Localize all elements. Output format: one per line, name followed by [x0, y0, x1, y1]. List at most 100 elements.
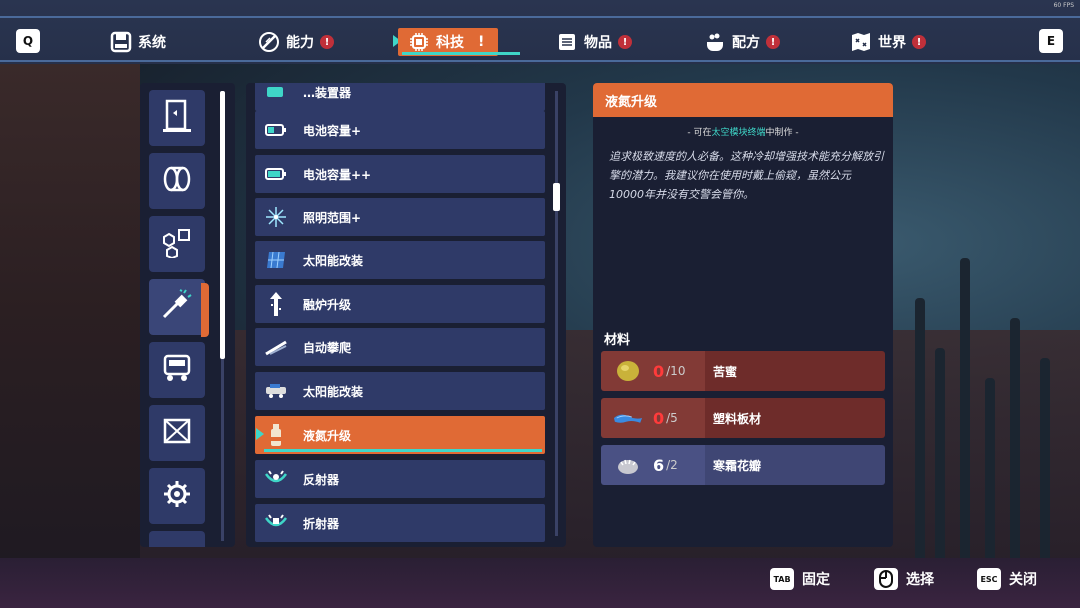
nitrogen-canister-icon: [261, 423, 291, 447]
prev-tab-key[interactable]: Q: [16, 29, 40, 53]
list-item[interactable]: 太阳能改装: [255, 372, 545, 410]
list-scrollbar-thumb[interactable]: [553, 183, 560, 211]
list-item[interactable]: 反射器: [255, 460, 545, 498]
alert-badge: !: [320, 35, 334, 49]
next-tab-key[interactable]: E: [1039, 29, 1063, 53]
detail-title: 液氮升级: [593, 83, 893, 117]
list-item[interactable]: 自动攀爬: [255, 328, 545, 366]
tab-ability[interactable]: 能力 !: [258, 28, 334, 56]
gear-cog-icon: [162, 479, 192, 513]
coil-icon: [161, 166, 193, 196]
selected-item-underline: [264, 449, 542, 452]
craft-location: - 可在太空模块终端中制作 -: [593, 125, 893, 138]
material-row[interactable]: 0 /10 苦蜜: [601, 351, 885, 391]
selected-category-indicator: [201, 283, 209, 337]
tab-label: 科技: [436, 35, 464, 51]
list-item-label: 照明范围+: [303, 210, 362, 225]
frost-petal-icon: [613, 454, 643, 476]
list-item[interactable]: 折射器: [255, 504, 545, 542]
hint-label: 固定: [802, 572, 830, 588]
material-row[interactable]: 0 /5 塑料板材: [601, 398, 885, 438]
light-burst-icon: [261, 206, 291, 228]
craft-prefix: - 可在: [687, 128, 712, 138]
save-disk-icon: [110, 31, 132, 53]
fps-counter: 60 FPS: [1053, 2, 1074, 9]
tab-items[interactable]: 物品 !: [556, 28, 632, 56]
hint-select[interactable]: 选择: [874, 568, 934, 590]
list-item[interactable]: 融炉升级: [255, 285, 545, 323]
tab-label: 配方: [732, 35, 760, 51]
category-scrollbar-thumb[interactable]: [220, 91, 225, 359]
tab-label: 世界: [878, 35, 906, 51]
alert-badge: !: [618, 35, 632, 49]
background-spire: [1010, 318, 1020, 558]
craft-station: 太空模块终端: [711, 128, 766, 138]
list-item[interactable]: 电池容量++: [255, 155, 545, 193]
list-item[interactable]: 太阳能改装: [255, 241, 545, 279]
refractor-icon: [261, 512, 291, 534]
tech-list-panel: …装置器 电池容量+ 电池容量++ 照明范围+ 太阳能改装 融炉升级 自动攀爬 …: [246, 83, 566, 547]
active-tab-underline: [402, 52, 520, 55]
background-spire: [915, 298, 925, 558]
list-scrollbar-track[interactable]: [555, 91, 558, 536]
material-have: 0: [653, 408, 665, 428]
list-item-label: 电池容量++: [303, 167, 372, 182]
material-name: 寒霜花瓣: [713, 458, 762, 473]
list-item-label: 反射器: [303, 472, 340, 487]
list-item[interactable]: 电池容量+: [255, 111, 545, 149]
frame-structure-icon: [162, 417, 192, 449]
list-item-label: …装置器: [303, 85, 352, 100]
honey-orb-icon: [613, 360, 643, 382]
tab-label: 物品: [584, 35, 612, 51]
battery-icon: [261, 166, 291, 182]
background-spire: [985, 378, 995, 558]
upgrade-tool-icon: [160, 289, 194, 325]
solar-rover-icon: [261, 383, 291, 399]
category-tile[interactable]: [149, 90, 205, 146]
hint-label: 关闭: [1009, 572, 1037, 588]
list-item-label: 折射器: [303, 516, 340, 531]
list-item[interactable]: …装置器: [255, 83, 545, 111]
category-tile[interactable]: [149, 405, 205, 461]
list-item[interactable]: 照明范围+: [255, 198, 545, 236]
background-spire: [1040, 358, 1050, 558]
materials-heading: 材料: [604, 333, 631, 348]
mouse-icon: [874, 568, 898, 590]
chip-icon: [408, 31, 430, 53]
material-have: 6: [653, 455, 665, 475]
esc-key: ESC: [977, 568, 1001, 590]
material-name: 塑料板材: [713, 411, 762, 426]
hint-pin[interactable]: TAB 固定: [770, 568, 830, 590]
tab-recipes[interactable]: 配方 !: [704, 28, 780, 56]
solar-panel-icon: [261, 250, 291, 270]
craft-suffix: 中制作 -: [765, 128, 799, 138]
list-item-label: 液氮升级: [303, 428, 352, 443]
tab-world[interactable]: 世界 !: [850, 28, 926, 56]
hint-close[interactable]: ESC 关闭: [977, 568, 1037, 590]
furnace-arrow-icon: [261, 291, 291, 317]
recipe-pot-icon: [704, 31, 726, 53]
material-need: /2: [666, 458, 678, 472]
ability-icon: [258, 31, 280, 53]
category-tile[interactable]: [149, 531, 205, 547]
category-tile[interactable]: [149, 153, 205, 209]
category-tile-selected[interactable]: [149, 279, 205, 335]
divider: [0, 16, 1080, 18]
tab-key: TAB: [770, 568, 794, 590]
hint-label: 选择: [906, 572, 934, 588]
material-row[interactable]: 6 /2 寒霜花瓣: [601, 445, 885, 485]
category-tile[interactable]: [149, 216, 205, 272]
divider: [0, 60, 1080, 62]
category-tile[interactable]: [149, 468, 205, 524]
material-have: 0: [653, 361, 665, 381]
item-description: 追求极致速度的人必备。这种冷却增强技术能充分解放引擎的潜力。我建议你在使用时戴上…: [609, 150, 884, 201]
list-item-label: 太阳能改装: [303, 384, 364, 399]
tab-label: 能力: [286, 35, 314, 51]
list-item-label: 融炉升级: [303, 297, 352, 312]
category-tile[interactable]: [149, 342, 205, 398]
material-name: 苦蜜: [713, 364, 738, 379]
tab-system[interactable]: 系统: [110, 28, 166, 56]
material-need: /5: [666, 411, 678, 425]
selected-item-pointer: [256, 428, 264, 440]
list-item-label: 电池容量+: [303, 123, 362, 138]
